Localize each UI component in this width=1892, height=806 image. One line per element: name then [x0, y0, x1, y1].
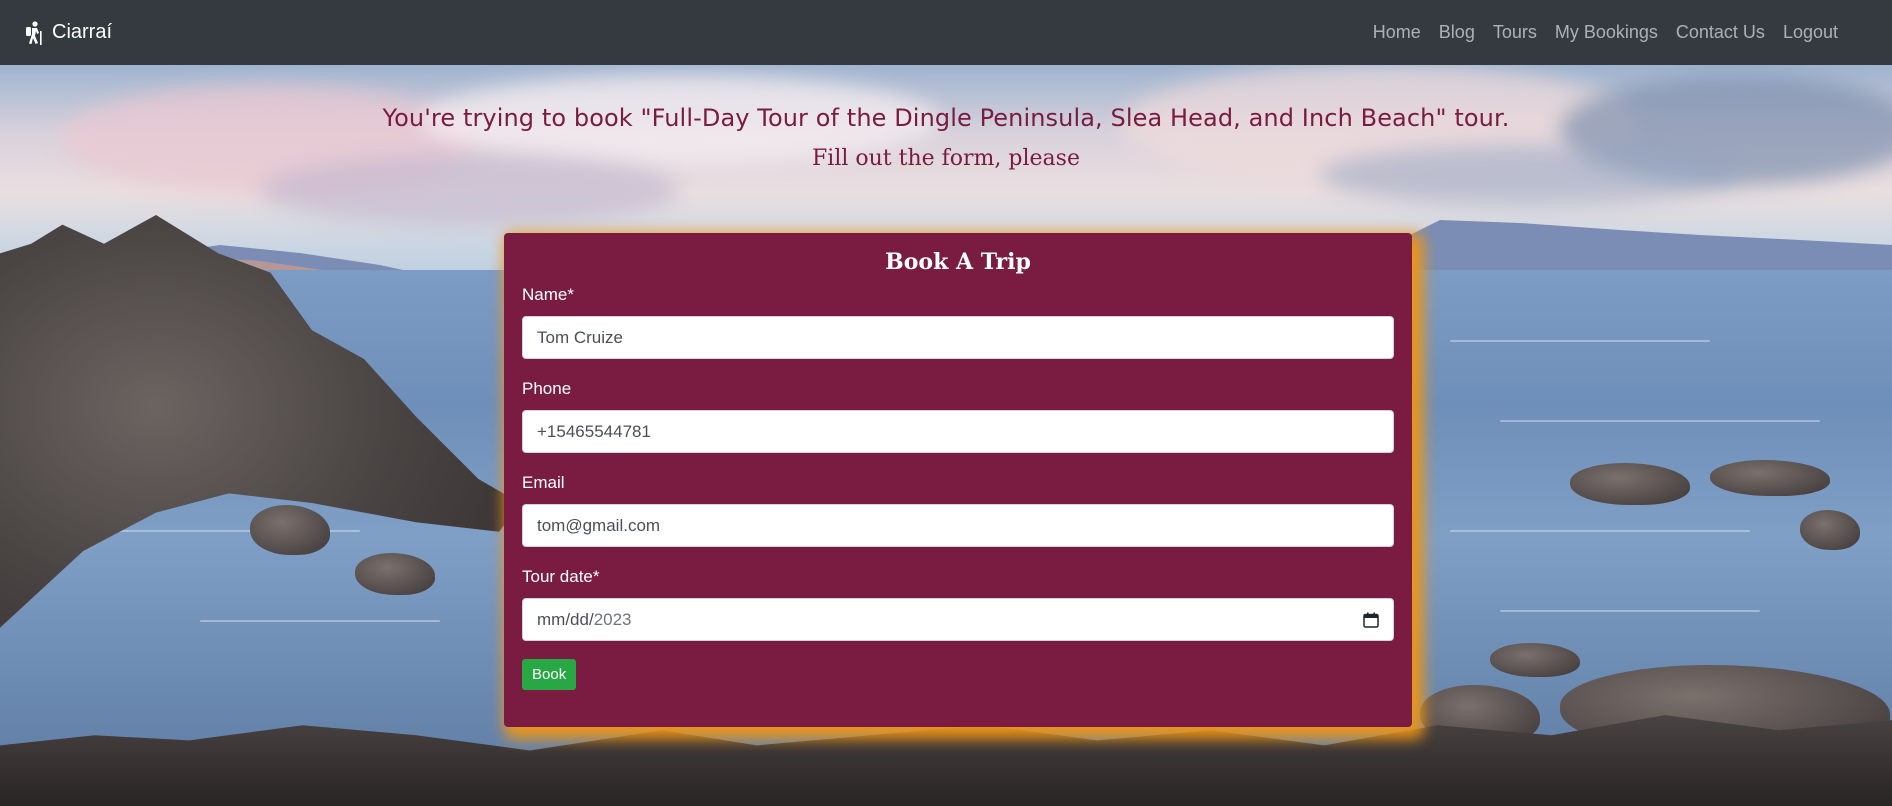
page-header: You're trying to book "Full-Day Tour of …	[0, 104, 1892, 171]
nav-blog-link[interactable]: Blog	[1439, 22, 1475, 43]
page-subtitle: Fill out the form, please	[812, 146, 1080, 171]
date-year: 2023	[593, 609, 632, 629]
hiker-icon	[26, 20, 42, 45]
phone-input[interactable]: +15465544781	[522, 410, 1394, 453]
tour-date-value: mm/dd/2023	[537, 610, 632, 630]
email-value: tom@gmail.com	[537, 515, 661, 535]
email-input[interactable]: tom@gmail.com	[522, 504, 1394, 547]
nav-logout-link[interactable]: Logout	[1783, 22, 1838, 43]
phone-label: Phone	[522, 379, 572, 398]
name-input[interactable]: Tom Cruize	[522, 316, 1394, 359]
name-value: Tom Cruize	[537, 327, 623, 347]
phone-value: +15465544781	[537, 421, 651, 441]
form-title: Book A Trip	[885, 249, 1031, 275]
nav-links: Home Blog Tours My Bookings Contact Us L…	[1373, 22, 1868, 43]
name-label: Name*	[522, 285, 574, 304]
calendar-icon[interactable]	[1363, 612, 1379, 628]
nav-home-link[interactable]: Home	[1373, 22, 1421, 43]
page-title: You're trying to book "Full-Day Tour of …	[382, 104, 1510, 132]
tour-date-input[interactable]: mm/dd/2023	[522, 598, 1394, 641]
book-button[interactable]: Book	[522, 659, 577, 690]
nav-my-bookings-link[interactable]: My Bookings	[1555, 22, 1658, 43]
date-placeholder: mm/dd/	[537, 609, 594, 629]
navbar: Ciarraí Home Blog Tours My Bookings Cont…	[0, 0, 1892, 65]
email-label: Email	[522, 473, 565, 492]
tour-date-label: Tour date*	[522, 567, 600, 586]
nav-tours-link[interactable]: Tours	[1493, 22, 1537, 43]
booking-form-card: Book A Trip Name* Tom Cruize Phone +1546…	[504, 233, 1412, 727]
brand-name: Ciarraí	[52, 21, 113, 43]
nav-contact-us-link[interactable]: Contact Us	[1676, 22, 1765, 43]
brand-link[interactable]: Ciarraí	[24, 20, 113, 45]
